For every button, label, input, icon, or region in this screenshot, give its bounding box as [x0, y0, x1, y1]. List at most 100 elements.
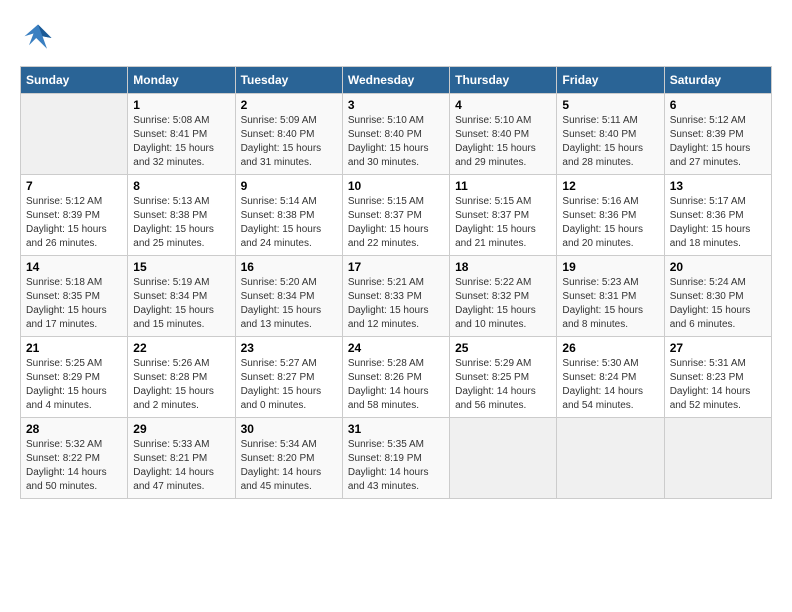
day-info: Sunrise: 5:28 AM Sunset: 8:26 PM Dayligh…	[348, 357, 444, 413]
day-number: 21	[26, 341, 122, 355]
sunrise-text: Sunrise: 5:08 AM	[133, 115, 209, 126]
daylight-text: Daylight: 15 hours and 25 minutes.	[133, 224, 214, 249]
day-number: 8	[133, 179, 229, 193]
day-info: Sunrise: 5:13 AM Sunset: 8:38 PM Dayligh…	[133, 195, 229, 251]
day-info: Sunrise: 5:19 AM Sunset: 8:34 PM Dayligh…	[133, 276, 229, 332]
header-wednesday: Wednesday	[342, 67, 449, 94]
header-friday: Friday	[557, 67, 664, 94]
sunrise-text: Sunrise: 5:11 AM	[562, 115, 637, 126]
calendar-cell: 27 Sunrise: 5:31 AM Sunset: 8:23 PM Dayl…	[664, 337, 771, 418]
day-number: 2	[241, 98, 337, 112]
day-info: Sunrise: 5:35 AM Sunset: 8:19 PM Dayligh…	[348, 438, 444, 494]
daylight-text: Daylight: 14 hours and 58 minutes.	[348, 386, 429, 411]
day-number: 29	[133, 422, 229, 436]
sunset-text: Sunset: 8:40 PM	[348, 129, 422, 140]
day-number: 3	[348, 98, 444, 112]
sunrise-text: Sunrise: 5:15 AM	[455, 196, 531, 207]
calendar-cell: 18 Sunrise: 5:22 AM Sunset: 8:32 PM Dayl…	[450, 256, 557, 337]
calendar-cell: 6 Sunrise: 5:12 AM Sunset: 8:39 PM Dayli…	[664, 94, 771, 175]
sunrise-text: Sunrise: 5:25 AM	[26, 358, 102, 369]
daylight-text: Daylight: 15 hours and 26 minutes.	[26, 224, 107, 249]
day-number: 12	[562, 179, 658, 193]
calendar-cell: 4 Sunrise: 5:10 AM Sunset: 8:40 PM Dayli…	[450, 94, 557, 175]
daylight-text: Daylight: 15 hours and 8 minutes.	[562, 305, 643, 330]
sunrise-text: Sunrise: 5:21 AM	[348, 277, 424, 288]
calendar-cell: 22 Sunrise: 5:26 AM Sunset: 8:28 PM Dayl…	[128, 337, 235, 418]
sunrise-text: Sunrise: 5:12 AM	[26, 196, 102, 207]
calendar-week-row: 1 Sunrise: 5:08 AM Sunset: 8:41 PM Dayli…	[21, 94, 772, 175]
day-number: 27	[670, 341, 766, 355]
sunset-text: Sunset: 8:39 PM	[670, 129, 744, 140]
calendar-cell: 3 Sunrise: 5:10 AM Sunset: 8:40 PM Dayli…	[342, 94, 449, 175]
sunrise-text: Sunrise: 5:29 AM	[455, 358, 531, 369]
sunset-text: Sunset: 8:25 PM	[455, 372, 529, 383]
day-info: Sunrise: 5:26 AM Sunset: 8:28 PM Dayligh…	[133, 357, 229, 413]
calendar-cell: 29 Sunrise: 5:33 AM Sunset: 8:21 PM Dayl…	[128, 418, 235, 499]
day-number: 20	[670, 260, 766, 274]
calendar-week-row: 7 Sunrise: 5:12 AM Sunset: 8:39 PM Dayli…	[21, 175, 772, 256]
day-number: 9	[241, 179, 337, 193]
sunset-text: Sunset: 8:37 PM	[455, 210, 529, 221]
sunset-text: Sunset: 8:26 PM	[348, 372, 422, 383]
day-info: Sunrise: 5:18 AM Sunset: 8:35 PM Dayligh…	[26, 276, 122, 332]
sunset-text: Sunset: 8:35 PM	[26, 291, 100, 302]
calendar-cell: 7 Sunrise: 5:12 AM Sunset: 8:39 PM Dayli…	[21, 175, 128, 256]
daylight-text: Daylight: 15 hours and 13 minutes.	[241, 305, 322, 330]
calendar-cell: 28 Sunrise: 5:32 AM Sunset: 8:22 PM Dayl…	[21, 418, 128, 499]
daylight-text: Daylight: 15 hours and 21 minutes.	[455, 224, 536, 249]
day-number: 26	[562, 341, 658, 355]
calendar-cell: 11 Sunrise: 5:15 AM Sunset: 8:37 PM Dayl…	[450, 175, 557, 256]
day-info: Sunrise: 5:15 AM Sunset: 8:37 PM Dayligh…	[348, 195, 444, 251]
sunrise-text: Sunrise: 5:18 AM	[26, 277, 102, 288]
sunrise-text: Sunrise: 5:24 AM	[670, 277, 746, 288]
sunset-text: Sunset: 8:22 PM	[26, 453, 100, 464]
sunrise-text: Sunrise: 5:16 AM	[562, 196, 638, 207]
calendar-week-row: 21 Sunrise: 5:25 AM Sunset: 8:29 PM Dayl…	[21, 337, 772, 418]
sunset-text: Sunset: 8:20 PM	[241, 453, 315, 464]
day-number: 1	[133, 98, 229, 112]
calendar-cell: 15 Sunrise: 5:19 AM Sunset: 8:34 PM Dayl…	[128, 256, 235, 337]
daylight-text: Daylight: 15 hours and 22 minutes.	[348, 224, 429, 249]
header-monday: Monday	[128, 67, 235, 94]
daylight-text: Daylight: 14 hours and 56 minutes.	[455, 386, 536, 411]
daylight-text: Daylight: 15 hours and 29 minutes.	[455, 143, 536, 168]
sunrise-text: Sunrise: 5:27 AM	[241, 358, 317, 369]
calendar-table: SundayMondayTuesdayWednesdayThursdayFrid…	[20, 66, 772, 499]
sunset-text: Sunset: 8:23 PM	[670, 372, 744, 383]
daylight-text: Daylight: 15 hours and 12 minutes.	[348, 305, 429, 330]
daylight-text: Daylight: 15 hours and 4 minutes.	[26, 386, 107, 411]
day-number: 16	[241, 260, 337, 274]
daylight-text: Daylight: 15 hours and 24 minutes.	[241, 224, 322, 249]
sunset-text: Sunset: 8:36 PM	[562, 210, 636, 221]
daylight-text: Daylight: 15 hours and 15 minutes.	[133, 305, 214, 330]
sunset-text: Sunset: 8:28 PM	[133, 372, 207, 383]
sunrise-text: Sunrise: 5:19 AM	[133, 277, 209, 288]
day-info: Sunrise: 5:10 AM Sunset: 8:40 PM Dayligh…	[455, 114, 551, 170]
daylight-text: Daylight: 15 hours and 10 minutes.	[455, 305, 536, 330]
sunrise-text: Sunrise: 5:32 AM	[26, 439, 102, 450]
day-info: Sunrise: 5:15 AM Sunset: 8:37 PM Dayligh…	[455, 195, 551, 251]
calendar-cell	[21, 94, 128, 175]
sunset-text: Sunset: 8:24 PM	[562, 372, 636, 383]
daylight-text: Daylight: 14 hours and 52 minutes.	[670, 386, 751, 411]
day-number: 10	[348, 179, 444, 193]
sunset-text: Sunset: 8:31 PM	[562, 291, 636, 302]
daylight-text: Daylight: 15 hours and 17 minutes.	[26, 305, 107, 330]
sunrise-text: Sunrise: 5:12 AM	[670, 115, 746, 126]
daylight-text: Daylight: 15 hours and 6 minutes.	[670, 305, 751, 330]
calendar-cell: 23 Sunrise: 5:27 AM Sunset: 8:27 PM Dayl…	[235, 337, 342, 418]
header-tuesday: Tuesday	[235, 67, 342, 94]
sunset-text: Sunset: 8:29 PM	[26, 372, 100, 383]
day-info: Sunrise: 5:29 AM Sunset: 8:25 PM Dayligh…	[455, 357, 551, 413]
sunset-text: Sunset: 8:32 PM	[455, 291, 529, 302]
calendar-cell: 5 Sunrise: 5:11 AM Sunset: 8:40 PM Dayli…	[557, 94, 664, 175]
calendar-cell: 10 Sunrise: 5:15 AM Sunset: 8:37 PM Dayl…	[342, 175, 449, 256]
sunset-text: Sunset: 8:41 PM	[133, 129, 207, 140]
daylight-text: Daylight: 15 hours and 28 minutes.	[562, 143, 643, 168]
day-info: Sunrise: 5:32 AM Sunset: 8:22 PM Dayligh…	[26, 438, 122, 494]
sunset-text: Sunset: 8:39 PM	[26, 210, 100, 221]
day-number: 23	[241, 341, 337, 355]
calendar-cell: 8 Sunrise: 5:13 AM Sunset: 8:38 PM Dayli…	[128, 175, 235, 256]
calendar-cell: 14 Sunrise: 5:18 AM Sunset: 8:35 PM Dayl…	[21, 256, 128, 337]
sunrise-text: Sunrise: 5:35 AM	[348, 439, 424, 450]
